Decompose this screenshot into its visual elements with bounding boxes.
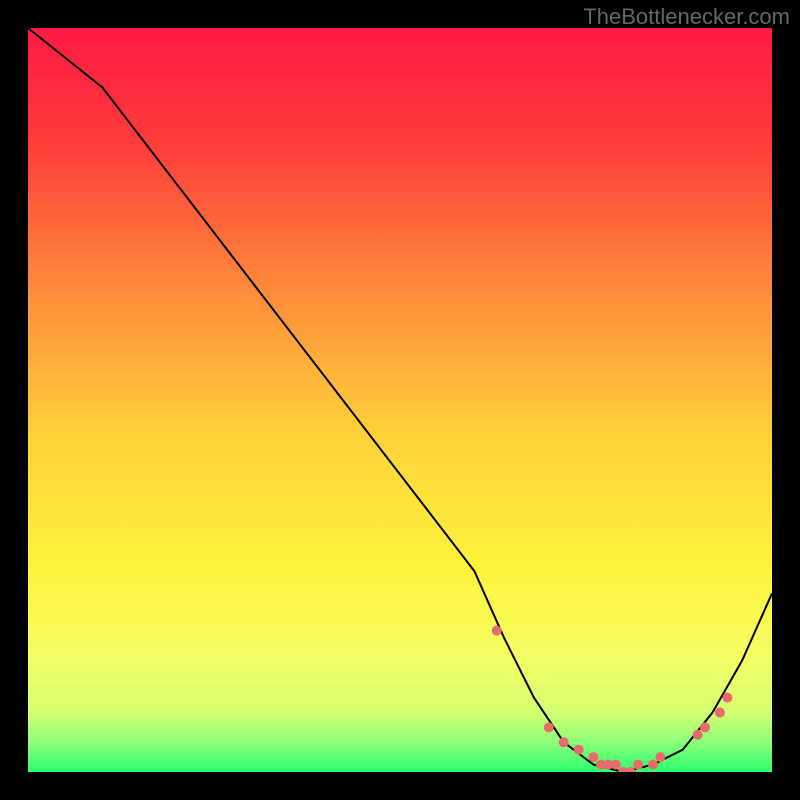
marker-dot bbox=[559, 737, 569, 747]
marker-dot bbox=[693, 730, 703, 740]
highlight-markers bbox=[492, 626, 733, 772]
marker-dot bbox=[722, 693, 732, 703]
marker-dot bbox=[611, 760, 621, 770]
marker-dot bbox=[655, 752, 665, 762]
marker-dot bbox=[715, 708, 725, 718]
marker-dot bbox=[544, 722, 554, 732]
marker-dot bbox=[700, 722, 710, 732]
bottleneck-curve bbox=[28, 28, 772, 772]
marker-dot bbox=[588, 752, 598, 762]
marker-dot bbox=[492, 626, 502, 636]
chart-area bbox=[28, 28, 772, 772]
marker-dot bbox=[633, 760, 643, 770]
marker-dot bbox=[648, 760, 658, 770]
marker-dot bbox=[626, 767, 636, 772]
watermark-text: TheBottlenecker.com bbox=[583, 4, 790, 30]
marker-dot bbox=[574, 745, 584, 755]
chart-overlay bbox=[28, 28, 772, 772]
